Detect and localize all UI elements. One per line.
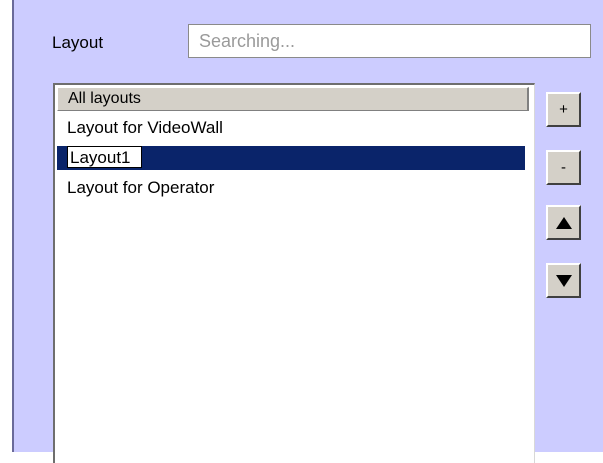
list-item-label: Layout for Operator	[67, 178, 215, 197]
list-item[interactable]: Layout for VideoWall	[57, 116, 525, 140]
layout-search-input[interactable]	[188, 24, 591, 58]
triangle-down-icon	[555, 274, 572, 287]
add-button-label: +	[559, 101, 568, 118]
window-left-edge	[0, 0, 12, 452]
list-item-selected[interactable]: Layout1	[57, 146, 525, 170]
layout-label: Layout	[52, 33, 104, 52]
triangle-up-icon	[555, 216, 572, 229]
list-header-all-layouts[interactable]: All layouts	[57, 87, 529, 111]
rename-input[interactable]: Layout1	[67, 146, 142, 168]
layout-list[interactable]: All layouts Layout for VideoWall Layout1…	[53, 83, 535, 463]
list-item[interactable]: Layout for Operator	[57, 176, 525, 200]
move-down-button[interactable]	[546, 263, 581, 298]
list-item-label: Layout for VideoWall	[67, 118, 223, 137]
remove-layout-button[interactable]: -	[546, 150, 581, 185]
remove-button-label: -	[561, 159, 566, 176]
add-layout-button[interactable]: +	[546, 92, 581, 127]
move-up-button[interactable]	[546, 205, 581, 240]
